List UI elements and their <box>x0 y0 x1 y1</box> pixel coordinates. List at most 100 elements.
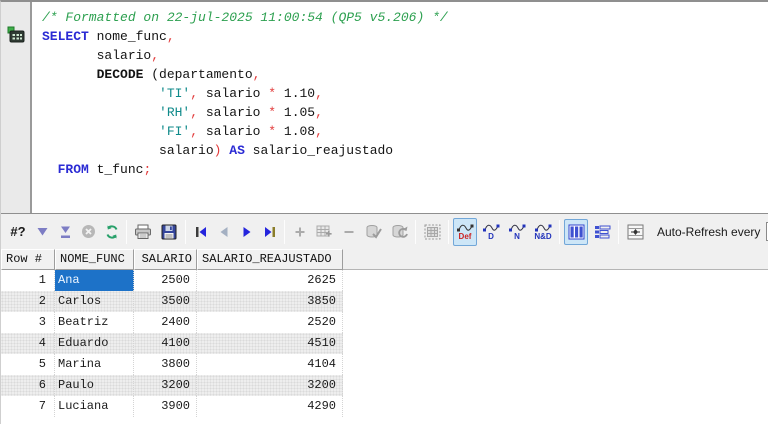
salario-reajustado-cell[interactable]: 3200 <box>197 375 343 396</box>
code-token: salario <box>42 48 151 63</box>
sql-editor-panel: /* Formatted on 22-jul-2025 11:00:54 (QP… <box>1 2 768 213</box>
nome-func-cell[interactable]: Beatriz <box>55 312 134 333</box>
row-number-cell[interactable]: 6 <box>1 375 55 396</box>
code-token <box>42 162 58 177</box>
nome-func-cell[interactable]: Paulo <box>55 375 134 396</box>
format-number-label: N <box>514 233 520 241</box>
code-token: (departamento <box>143 67 252 82</box>
format-number-button[interactable]: N <box>505 218 529 246</box>
sql-code[interactable]: /* Formatted on 22-jul-2025 11:00:54 (QP… <box>32 2 768 213</box>
salario-cell[interactable]: 3200 <box>134 375 197 396</box>
code-token: salario <box>198 105 268 120</box>
next-record-button[interactable] <box>236 219 257 245</box>
code-line: 'FI', salario * 1.08, <box>42 122 768 141</box>
code-token: SELECT <box>42 29 89 44</box>
salario-reajustado-cell[interactable]: 2520 <box>197 312 343 333</box>
code-line: /* Formatted on 22-jul-2025 11:00:54 (QP… <box>42 8 768 27</box>
framed-grid-icon <box>424 224 441 240</box>
popup-grid-button[interactable] <box>420 219 444 245</box>
next-record-icon <box>241 226 253 238</box>
code-token: 'TI' <box>159 86 190 101</box>
print-button[interactable] <box>131 219 155 245</box>
table-row: 3Beatriz24002520 <box>1 312 768 333</box>
nome-func-cell[interactable]: Ana <box>55 270 134 291</box>
nome-func-cell[interactable]: Carlos <box>55 291 134 312</box>
prior-record-button[interactable] <box>213 219 234 245</box>
salario-reajustado-cell[interactable]: 2625 <box>197 270 343 291</box>
salario-cell[interactable]: 3800 <box>134 354 197 375</box>
row-number-cell[interactable]: 5 <box>1 354 55 375</box>
plus-icon <box>294 226 306 238</box>
salario-cell[interactable]: 3500 <box>134 291 197 312</box>
code-token: 1.08 <box>276 124 315 139</box>
salario-reajustado-cell[interactable]: 4290 <box>197 396 343 417</box>
code-token: , <box>315 105 323 120</box>
filter-data-button[interactable] <box>55 219 76 245</box>
last-record-button[interactable] <box>259 219 280 245</box>
nome-func-cell[interactable]: Marina <box>55 354 134 375</box>
salario-reajustado-cell[interactable]: 3850 <box>197 291 343 312</box>
code-token: , <box>190 124 198 139</box>
format-default-button[interactable]: Def <box>453 218 477 246</box>
post-edit-button[interactable] <box>361 219 385 245</box>
form-view-button[interactable] <box>590 219 614 245</box>
salario-cell[interactable]: 4100 <box>134 333 197 354</box>
column-header-nome-func[interactable]: NOME_FUNC <box>55 249 134 270</box>
refresh-button[interactable] <box>101 219 122 245</box>
nome-func-cell[interactable]: Luciana <box>55 396 134 417</box>
first-record-button[interactable] <box>190 219 211 245</box>
nome-func-cell[interactable]: Eduardo <box>55 333 134 354</box>
save-results-button[interactable] <box>157 219 181 245</box>
code-token: nome_func <box>89 29 167 44</box>
code-token: /* Formatted on 22-jul-2025 11:00:54 (QP… <box>42 10 448 25</box>
column-header-row-number[interactable]: Row # <box>1 249 55 270</box>
results-toolbar: #? <box>1 213 768 249</box>
code-line: 'TI', salario * 1.10, <box>42 84 768 103</box>
column-header-salario-reajustado[interactable]: SALARIO_REAJUSTADO <box>197 249 343 270</box>
toolbar-separator <box>126 220 127 244</box>
salario-reajustado-cell[interactable]: 4510 <box>197 333 343 354</box>
fit-rows-button[interactable] <box>623 219 647 245</box>
code-token: , <box>190 105 198 120</box>
code-line: 'RH', salario * 1.05, <box>42 103 768 122</box>
database-post-icon <box>365 224 382 240</box>
fit-rows-icon <box>627 224 644 240</box>
toolbar-separator <box>618 220 619 244</box>
table-row: 2Carlos35003850 <box>1 291 768 312</box>
column-header-salario[interactable]: SALARIO <box>134 249 197 270</box>
row-number-cell[interactable]: 7 <box>1 396 55 417</box>
cancel-icon <box>81 224 96 239</box>
dropdown-triangle-icon <box>36 225 49 238</box>
format-number-date-label: N&D <box>534 233 551 241</box>
insert-record-button[interactable] <box>289 219 310 245</box>
row-number-cell[interactable]: 1 <box>1 270 55 291</box>
row-number-cell[interactable]: 2 <box>1 291 55 312</box>
code-token: salario <box>198 124 268 139</box>
results-grid: Row # NOME_FUNC SALARIO SALARIO_REAJUSTA… <box>1 249 768 424</box>
format-date-button[interactable]: D <box>479 218 503 246</box>
code-token: * <box>268 86 276 101</box>
format-date-label: D <box>488 233 494 241</box>
refresh-icon <box>104 224 120 240</box>
revert-edit-button[interactable] <box>387 219 411 245</box>
salario-cell[interactable]: 2500 <box>134 270 197 291</box>
table-row: 4Eduardo41004510 <box>1 333 768 354</box>
grid-view-icon <box>568 224 585 240</box>
format-number-date-button[interactable]: N&D <box>531 218 555 246</box>
salario-reajustado-cell[interactable]: 4104 <box>197 354 343 375</box>
code-token <box>42 124 159 139</box>
duplicate-row-button[interactable] <box>312 219 336 245</box>
cancel-query-button[interactable] <box>78 219 99 245</box>
delete-record-button[interactable] <box>338 219 359 245</box>
row-number-cell[interactable]: 3 <box>1 312 55 333</box>
filter-dropdown-button[interactable] <box>32 219 53 245</box>
code-token: 'FI' <box>159 124 190 139</box>
salario-cell[interactable]: 3900 <box>134 396 197 417</box>
code-token: * <box>268 124 276 139</box>
row-number-cell[interactable]: 4 <box>1 333 55 354</box>
code-token: DECODE <box>97 67 144 82</box>
grid-view-button[interactable] <box>564 219 588 245</box>
code-token: , <box>190 86 198 101</box>
salario-cell[interactable]: 2400 <box>134 312 197 333</box>
row-count-button[interactable]: #? <box>6 219 30 245</box>
